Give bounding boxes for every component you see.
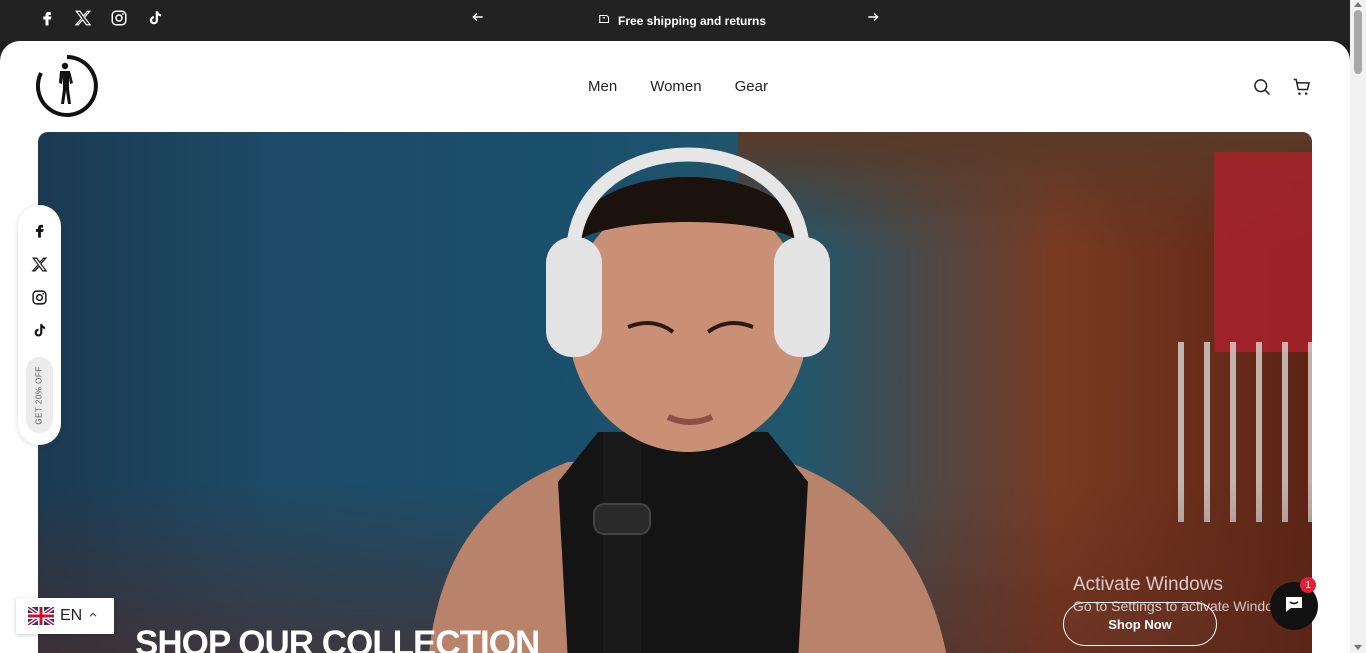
instagram-icon[interactable] <box>31 289 48 306</box>
top-social-links <box>38 9 164 27</box>
scroll-up-arrow-icon[interactable] <box>1354 2 1362 7</box>
windows-activation-watermark: Activate Windows Go to Settings to activ… <box>1073 574 1294 614</box>
chevron-up-icon <box>88 607 98 625</box>
tiktok-icon[interactable] <box>146 9 164 27</box>
scroll-down-arrow-icon[interactable] <box>1354 645 1362 650</box>
tiktok-icon[interactable] <box>31 322 48 339</box>
shipping-tag-icon <box>598 12 612 29</box>
x-twitter-icon[interactable] <box>74 9 92 27</box>
chat-button[interactable]: 1 <box>1270 577 1318 630</box>
header-actions <box>1252 77 1312 97</box>
language-selector[interactable]: EN <box>16 598 114 634</box>
floating-social-bar: GET 20% OFF <box>18 205 61 445</box>
page-content: Men Women Gear SHOP OUR COLLECTION Shop … <box>0 41 1350 653</box>
next-announcement-arrow-icon[interactable] <box>866 10 880 28</box>
announcement: Free shipping and returns <box>598 12 766 29</box>
hero-headline: SHOP OUR COLLECTION <box>135 624 540 653</box>
facebook-icon[interactable] <box>38 9 56 27</box>
chat-notification-badge: 1 <box>1300 577 1316 593</box>
x-twitter-icon[interactable] <box>31 256 48 273</box>
page-scrollbar[interactable] <box>1350 0 1366 653</box>
language-code: EN <box>60 607 83 624</box>
search-icon[interactable] <box>1252 77 1272 97</box>
hero-athlete-image <box>429 147 947 653</box>
cart-icon[interactable] <box>1292 77 1312 97</box>
brand-logo[interactable] <box>34 53 100 119</box>
facebook-icon[interactable] <box>31 222 48 239</box>
announcement-text: Free shipping and returns <box>618 13 767 28</box>
announcement-bar: Free shipping and returns <box>0 0 1350 41</box>
main-nav: Men Women Gear <box>588 78 768 95</box>
uk-flag-icon <box>26 605 56 627</box>
hero-background-wall <box>1214 152 1312 352</box>
nav-item-gear[interactable]: Gear <box>735 78 768 95</box>
nav-item-women[interactable]: Women <box>650 78 701 95</box>
discount-tab[interactable]: GET 20% OFF <box>26 357 53 433</box>
chat-bubble-icon <box>1282 592 1306 621</box>
prev-announcement-arrow-icon[interactable] <box>471 10 485 28</box>
instagram-icon[interactable] <box>110 9 128 27</box>
nav-item-men[interactable]: Men <box>588 78 617 95</box>
watermark-subtitle: Go to Settings to activate Windows. <box>1073 598 1294 614</box>
discount-tab-label: GET 20% OFF <box>35 365 45 425</box>
watermark-title: Activate Windows <box>1073 574 1223 595</box>
scrollbar-thumb[interactable] <box>1354 10 1362 74</box>
